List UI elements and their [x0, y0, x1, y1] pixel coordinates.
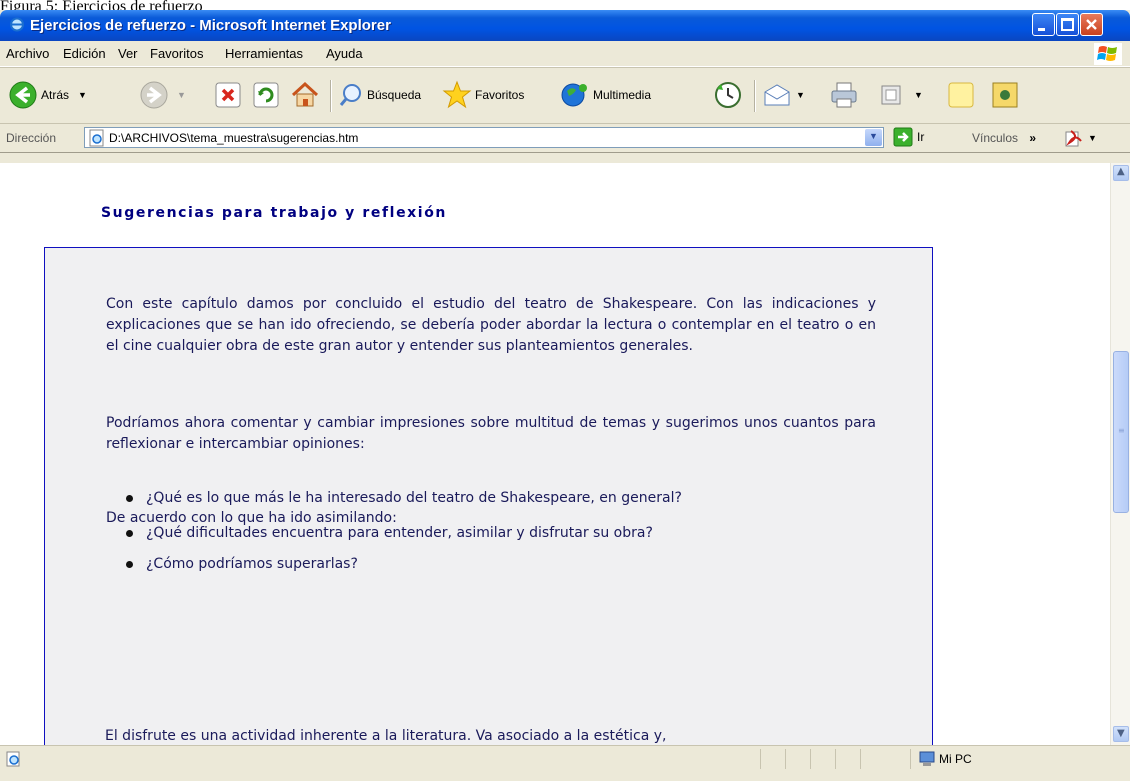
chevron-down-icon: ▼ — [869, 131, 878, 141]
chevron-up-icon: ▲ — [1117, 166, 1125, 177]
dropdown-arrow-icon: ▼ — [796, 90, 805, 100]
page-viewport: Sugerencias para trabajo y reflexión Con… — [0, 163, 1110, 745]
menu-favoritos[interactable]: Favoritos — [150, 46, 203, 61]
messenger-icon — [992, 82, 1018, 108]
page-heading: Sugerencias para trabajo y reflexión — [101, 205, 447, 221]
list-item: ¿Cómo podríamos superarlas? — [124, 551, 829, 577]
bullet-icon — [126, 530, 133, 537]
favorites-label: Favoritos — [475, 88, 525, 102]
chevron-down-icon: ▼ — [1117, 728, 1125, 739]
maximize-button[interactable] — [1056, 13, 1079, 36]
acrobat-icon — [1065, 130, 1082, 147]
status-bar: Mi PC — [0, 745, 1130, 772]
menu-herramientas[interactable]: Herramientas — [225, 46, 303, 61]
window-title: Ejercicios de refuerzo - Microsoft Inter… — [30, 17, 391, 34]
vertical-scrollbar[interactable]: ▲ ≡ ▼ — [1110, 163, 1130, 745]
grip-icon: ≡ — [1118, 426, 1125, 435]
edit-icon — [881, 85, 901, 105]
address-bar: Dirección D:\ARCHIVOS\tema_muestra\suger… — [0, 124, 1130, 153]
scroll-down-button[interactable]: ▼ — [1113, 726, 1129, 742]
forward-arrow-icon — [140, 81, 168, 109]
printer-icon — [831, 82, 857, 108]
go-label: Ir — [917, 130, 925, 144]
go-button[interactable]: Ir — [893, 127, 924, 147]
discuss-button[interactable] — [946, 78, 976, 112]
bullet-icon — [126, 561, 133, 568]
bullet-icon — [126, 495, 133, 502]
back-button[interactable]: Atrás ▼ — [8, 78, 87, 112]
links-toolbar[interactable]: Vínculos » — [972, 131, 1036, 145]
question-list: ¿Qué es lo que más le ha interesado del … — [124, 485, 829, 586]
home-icon — [291, 81, 319, 107]
media-globe-icon — [561, 83, 587, 107]
menu-ayuda[interactable]: Ayuda — [326, 46, 363, 61]
address-label: Dirección — [6, 131, 57, 145]
back-label: Atrás — [41, 88, 70, 102]
search-label: Búsqueda — [367, 88, 422, 102]
stop-icon — [215, 82, 241, 108]
media-button[interactable]: Multimedia — [560, 78, 651, 112]
edit-button[interactable]: ▼ — [880, 78, 923, 112]
scroll-up-button[interactable]: ▲ — [1113, 165, 1129, 181]
messenger-button[interactable] — [990, 78, 1020, 112]
dropdown-arrow-icon: ▼ — [177, 90, 186, 100]
home-button[interactable] — [290, 78, 320, 112]
list-item: ¿Qué es lo que más le ha interesado del … — [124, 485, 829, 511]
address-input[interactable]: D:\ARCHIVOS\tema_muestra\sugerencias.htm… — [84, 127, 884, 148]
forward-button[interactable]: ▼ — [139, 78, 186, 112]
security-zone: Mi PC — [918, 751, 972, 767]
refresh-icon — [253, 82, 279, 108]
mail-icon — [764, 84, 790, 106]
figure-caption: Figura 5: Ejercicios de refuerzo — [0, 0, 203, 10]
ie-logo-icon — [10, 17, 24, 32]
history-button[interactable] — [713, 78, 743, 112]
title-bar[interactable]: Ejercicios de refuerzo - Microsoft Inter… — [0, 10, 1130, 41]
menu-archivo[interactable]: Archivo — [6, 46, 49, 61]
dropdown-arrow-icon: ▼ — [1088, 133, 1097, 143]
menu-edicion[interactable]: Edición — [63, 46, 106, 61]
note-icon — [948, 82, 974, 108]
close-button[interactable] — [1080, 13, 1103, 36]
favorites-button[interactable]: Favoritos — [442, 78, 524, 112]
paragraph-intro: Con este capítulo damos por concluido el… — [106, 296, 876, 354]
computer-icon — [919, 751, 935, 766]
windows-logo-icon — [1094, 43, 1122, 65]
history-icon — [715, 82, 741, 108]
acrobat-button[interactable]: ▼ — [1065, 129, 1097, 147]
search-button[interactable]: Búsqueda — [338, 78, 421, 112]
standard-toolbar: Atrás ▼ ▼ Búsqueda Favoritos Multimedia … — [0, 67, 1130, 124]
browser-window: Ejercicios de refuerzo - Microsoft Inter… — [0, 10, 1130, 781]
chevron-double-right-icon: » — [1029, 131, 1037, 145]
go-arrow-icon — [893, 127, 913, 147]
minimize-button[interactable] — [1032, 13, 1055, 36]
page-status-icon — [6, 751, 20, 767]
search-icon — [339, 84, 361, 106]
menu-bar: Archivo Edición Ver Favoritos Herramient… — [0, 41, 1130, 67]
address-url: D:\ARCHIVOS\tema_muestra\sugerencias.htm — [109, 131, 359, 145]
paragraph-topics: Podríamos ahora comentar y cambiar impre… — [106, 415, 876, 452]
zone-label: Mi PC — [939, 752, 972, 766]
media-label: Multimedia — [593, 88, 652, 102]
paragraph-enjoyment: El disfrute es una actividad inherente a… — [105, 728, 667, 744]
print-button[interactable] — [829, 78, 859, 112]
scroll-thumb[interactable]: ≡ — [1113, 351, 1129, 513]
menu-ver[interactable]: Ver — [118, 46, 138, 61]
stop-button[interactable] — [214, 78, 242, 112]
address-dropdown-button[interactable]: ▼ — [865, 129, 882, 146]
star-icon — [442, 80, 472, 109]
mail-button[interactable]: ▼ — [762, 78, 805, 112]
close-icon — [1086, 19, 1097, 30]
refresh-button[interactable] — [252, 78, 280, 112]
page-icon — [89, 129, 104, 147]
dropdown-arrow-icon: ▼ — [914, 90, 923, 100]
back-arrow-icon — [9, 81, 37, 109]
list-item: ¿Qué dificultades encuentra para entende… — [124, 520, 829, 546]
dropdown-arrow-icon: ▼ — [78, 90, 87, 100]
